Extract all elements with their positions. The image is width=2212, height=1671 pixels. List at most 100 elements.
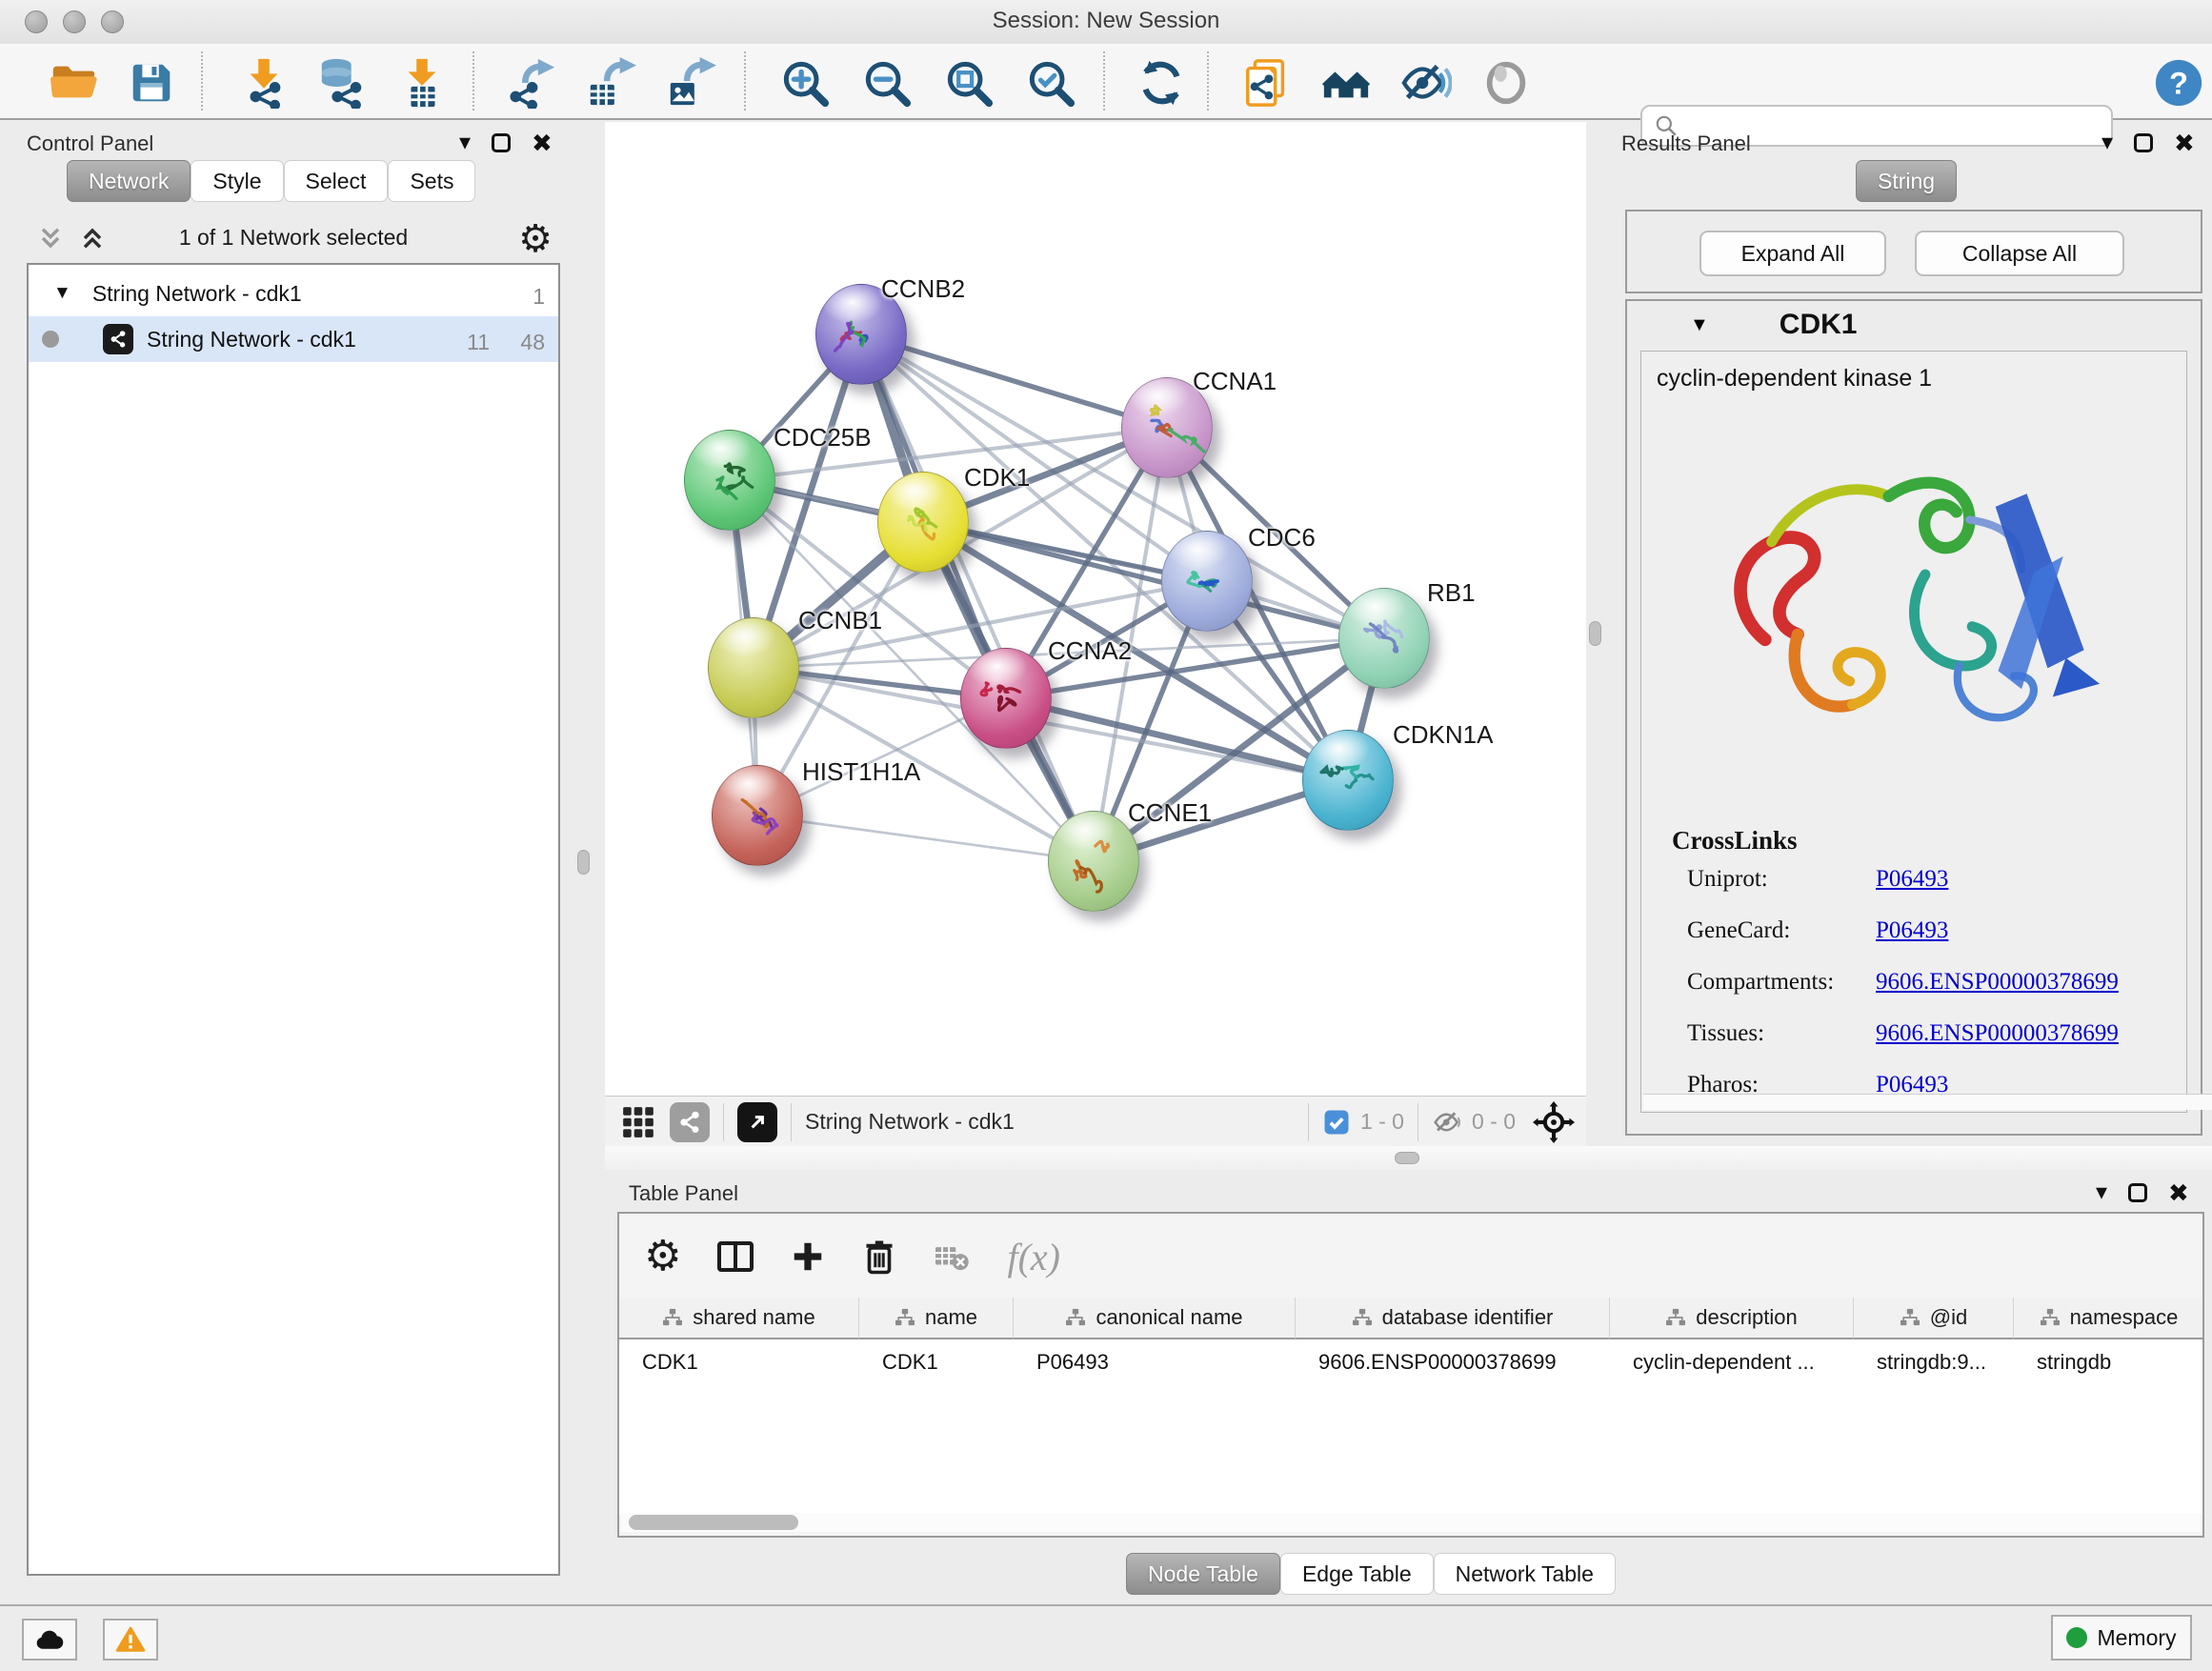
panel-collapse-icon[interactable]: ▾	[2096, 1183, 2107, 1202]
network-canvas[interactable]	[605, 122, 1586, 1096]
table-cell[interactable]: CDK1	[619, 1341, 859, 1383]
add-column-icon[interactable]	[790, 1238, 826, 1275]
network-edges[interactable]	[605, 122, 1586, 1096]
save-session-icon[interactable]	[124, 55, 179, 111]
warning-button[interactable]	[103, 1619, 158, 1661]
delete-table-icon[interactable]	[933, 1240, 971, 1273]
open-file-icon[interactable]	[46, 55, 101, 111]
crosslink-link[interactable]: P06493	[1876, 917, 1948, 944]
network-selection-row: 1 of 1 Network selected ⚙	[27, 217, 560, 259]
render-eye-icon[interactable]	[1478, 55, 1534, 111]
crosslink-link[interactable]: 9606.ENSP00000378699	[1876, 1020, 2119, 1047]
table-cell[interactable]: CDK1	[859, 1341, 1014, 1383]
column-header-canonical-name[interactable]: canonical name	[1014, 1298, 1296, 1339]
import-table-file-icon[interactable]	[394, 55, 450, 111]
tab-sets[interactable]: Sets	[388, 160, 475, 202]
help-icon[interactable]: ?	[2151, 55, 2206, 111]
control-panel-title: Control Panel	[27, 131, 153, 156]
zoom-in-icon[interactable]	[777, 55, 833, 111]
network-node-hist1h1a[interactable]	[712, 765, 803, 866]
columns-icon[interactable]	[717, 1241, 754, 1272]
network-node-cdc6[interactable]	[1161, 531, 1253, 632]
network-node-rb1[interactable]	[1338, 588, 1430, 689]
apply-layout-icon[interactable]	[1134, 55, 1189, 111]
network-node-cdk1[interactable]	[877, 472, 969, 573]
crosshair-icon[interactable]	[1533, 1101, 1575, 1143]
network-options-gear-icon[interactable]: ⚙	[518, 217, 553, 261]
panel-collapse-icon[interactable]: ▾	[2101, 133, 2113, 152]
results-scroll-strip[interactable]	[1643, 1094, 2212, 1110]
crosslink-link[interactable]: P06493	[1876, 866, 1948, 893]
network-node-ccne1[interactable]	[1048, 811, 1139, 912]
node-label-cdk1: CDK1	[964, 463, 1030, 493]
column-header-namespace[interactable]: namespace	[2014, 1298, 2202, 1339]
right-splitter-handle[interactable]	[1589, 621, 1601, 646]
tab-select[interactable]: Select	[284, 160, 389, 202]
section-collapse-icon[interactable]: ▼	[1690, 314, 1709, 336]
scrollbar-thumb[interactable]	[629, 1515, 798, 1530]
tab-style[interactable]: Style	[191, 160, 283, 202]
crosslink-label: GeneCard:	[1687, 917, 1790, 943]
table-cell[interactable]: 9606.ENSP00000378699	[1296, 1341, 1610, 1383]
import-network-file-icon[interactable]	[236, 55, 292, 111]
collapse-all-button[interactable]: Collapse All	[1915, 231, 2124, 276]
panel-float-icon[interactable]	[2134, 133, 2153, 152]
zoom-out-icon[interactable]	[859, 55, 915, 111]
panel-close-icon[interactable]: ✖	[532, 133, 553, 152]
node-label-ccne1: CCNE1	[1128, 798, 1212, 828]
table-cell[interactable]: stringdb	[2014, 1341, 2202, 1383]
export-network-icon[interactable]	[505, 55, 560, 111]
tab-network[interactable]: Network	[67, 160, 191, 202]
crosslink-link[interactable]: 9606.ENSP00000378699	[1876, 969, 2119, 996]
export-image-icon[interactable]	[663, 55, 718, 111]
houses-icon[interactable]	[1318, 55, 1374, 111]
network-node-ccna2[interactable]	[960, 648, 1052, 749]
tree-expand-icon[interactable]: ▼	[53, 283, 71, 304]
table-cell[interactable]: cyclin-dependent ...	[1610, 1341, 1854, 1383]
table-cell[interactable]: P06493	[1014, 1341, 1296, 1383]
horizontal-splitter-handle[interactable]	[1395, 1152, 1419, 1164]
column-header-shared-name[interactable]: shared name	[619, 1298, 859, 1339]
panel-float-icon[interactable]	[2128, 1183, 2147, 1202]
network-node-cdkn1a[interactable]	[1302, 730, 1394, 831]
panel-float-icon[interactable]	[492, 133, 511, 152]
hide-details-eye-icon[interactable]	[1398, 55, 1454, 111]
expand-all-button[interactable]: Expand All	[1699, 231, 1886, 276]
left-splitter-handle[interactable]	[577, 850, 590, 875]
tab-string[interactable]: String	[1856, 160, 1957, 202]
tab-node-table[interactable]: Node Table	[1126, 1553, 1280, 1595]
gear-icon[interactable]: ⚙	[644, 1236, 681, 1278]
network-node-cdc25b[interactable]	[684, 430, 775, 531]
panel-collapse-icon[interactable]: ▾	[459, 133, 471, 152]
grid-view-icon[interactable]	[620, 1104, 656, 1140]
selected-checkbox-icon[interactable]	[1322, 1108, 1351, 1137]
network-row-selected[interactable]: String Network - cdk1 11 48	[29, 316, 558, 362]
column-header-name[interactable]: name	[859, 1298, 1014, 1339]
hidden-eye-icon[interactable]	[1432, 1108, 1464, 1137]
panel-close-icon[interactable]: ✖	[2168, 1183, 2189, 1202]
tab-network-table[interactable]: Network Table	[1434, 1553, 1616, 1595]
crosslink-row: Uniprot:P06493	[1687, 866, 2163, 893]
tab-edge-table[interactable]: Edge Table	[1280, 1553, 1434, 1595]
export-table-icon[interactable]	[583, 55, 638, 111]
column-header--id[interactable]: @id	[1854, 1298, 2014, 1339]
function-builder-icon[interactable]: f(x)	[1007, 1235, 1060, 1279]
network-collection-row[interactable]: ▼ String Network - cdk1 1	[29, 271, 558, 316]
network-node-ccnb1[interactable]	[708, 617, 799, 718]
delete-column-icon[interactable]	[862, 1238, 896, 1276]
string-document-icon[interactable]	[1238, 55, 1294, 111]
table-cell[interactable]: stringdb:9...	[1854, 1341, 2014, 1383]
column-header-description[interactable]: description	[1610, 1298, 1854, 1339]
import-network-database-icon[interactable]	[314, 55, 370, 111]
zoom-selected-icon[interactable]	[1023, 55, 1078, 111]
network-share-icon[interactable]	[670, 1102, 710, 1142]
panel-close-icon[interactable]: ✖	[2174, 133, 2195, 152]
gene-section-header[interactable]: ▼ CDK1	[1627, 301, 2201, 349]
cloud-button[interactable]	[22, 1619, 77, 1661]
memory-button[interactable]: Memory	[2051, 1615, 2192, 1661]
zoom-fit-icon[interactable]	[941, 55, 996, 111]
birds-eye-view-icon[interactable]	[737, 1102, 777, 1142]
selected-counts: 1 - 0	[1360, 1109, 1404, 1135]
toolbar-separator	[473, 51, 474, 111]
column-header-database-identifier[interactable]: database identifier	[1296, 1298, 1610, 1339]
